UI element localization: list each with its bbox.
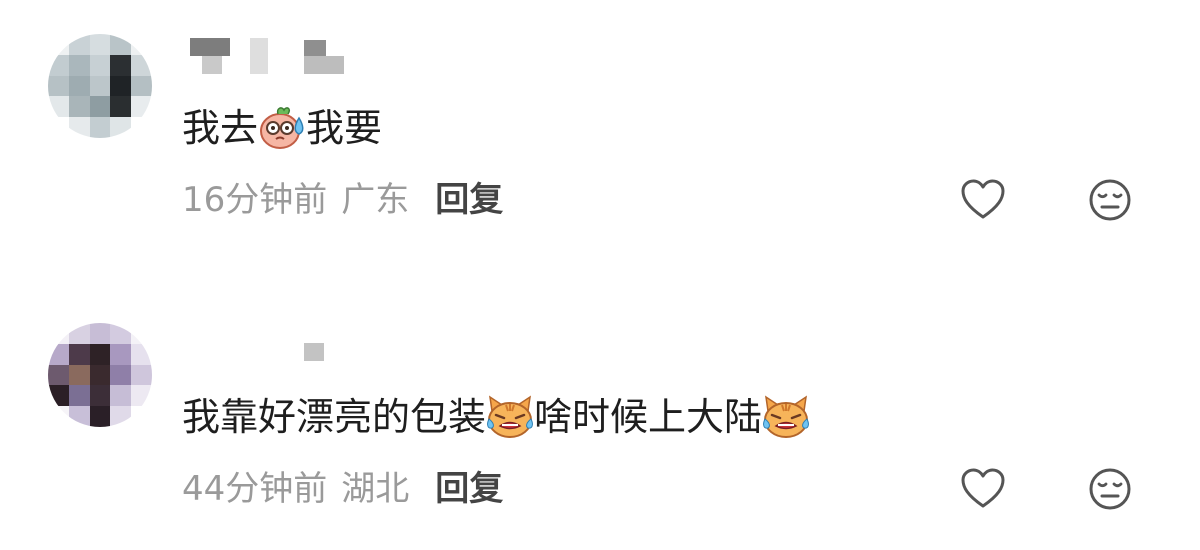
comment-text-part: 我靠好漂亮的包装 — [182, 395, 487, 439]
reply-button[interactable]: 回复 — [435, 469, 503, 509]
avatar[interactable] — [48, 34, 152, 138]
dislike-face-icon[interactable] — [1086, 176, 1134, 224]
comment-text: 我去 我要 — [182, 104, 382, 153]
location: 广东 — [341, 180, 410, 220]
comment-text: 我靠好漂亮的包装 啥时候上大陆 — [182, 393, 810, 442]
reply-button[interactable]: 回复 — [435, 180, 503, 220]
sweat-face-emoji — [260, 106, 304, 149]
comment-item: 我靠好漂亮的包装 啥时候上大陆 44分钟前 湖北 回复 — [0, 275, 1200, 550]
username[interactable] — [182, 36, 382, 76]
crying-cat-emoji — [763, 394, 809, 438]
comment-item: 我去 我要 16分钟前 广东 回复 — [0, 0, 1200, 275]
comment-text-part: 我去 — [182, 106, 259, 150]
comment-meta: 44分钟前 湖北 回复 — [182, 467, 503, 511]
avatar[interactable] — [48, 323, 152, 427]
timestamp: 44分钟前 — [182, 469, 328, 509]
heart-icon[interactable] — [959, 176, 1007, 224]
heart-icon[interactable] — [959, 465, 1007, 513]
location: 湖北 — [341, 469, 410, 509]
timestamp: 16分钟前 — [182, 180, 328, 220]
crying-cat-emoji — [487, 394, 533, 438]
username[interactable] — [182, 341, 342, 381]
comment-meta: 16分钟前 广东 回复 — [182, 178, 503, 222]
dislike-face-icon[interactable] — [1086, 465, 1134, 513]
comment-text-part: 我要 — [306, 106, 383, 150]
comment-text-part: 啥时候上大陆 — [534, 395, 763, 439]
